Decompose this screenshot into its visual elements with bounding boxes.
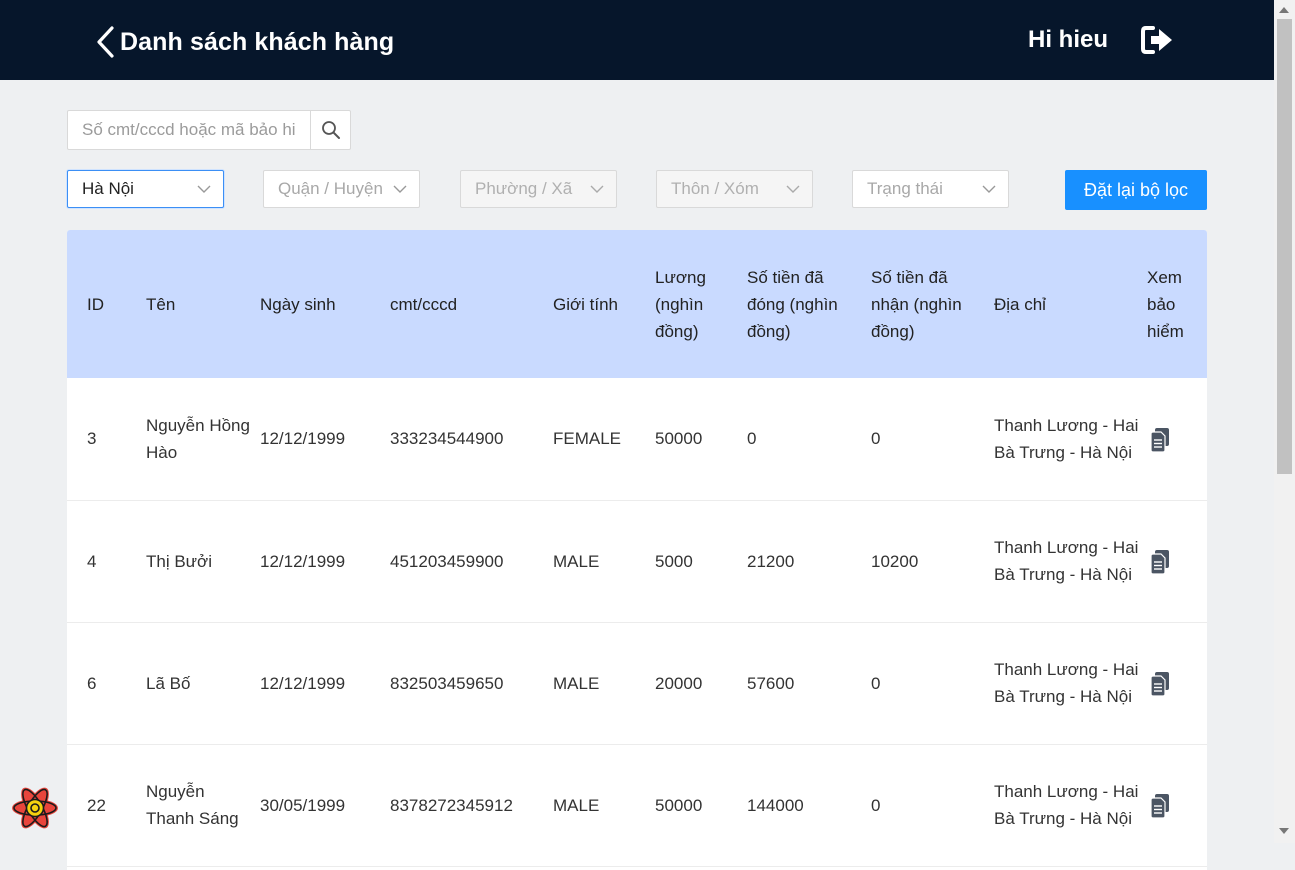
cell-address: Thanh Lương - Hai Bà Trưng - Hà Nội xyxy=(994,538,1139,584)
reset-filter-button[interactable]: Đặt lại bộ lọc xyxy=(1065,170,1207,210)
status-select-placeholder: Trạng thái xyxy=(867,179,943,198)
search-icon xyxy=(321,121,340,139)
cell-gender: MALE xyxy=(553,795,600,815)
cell-view xyxy=(1147,622,1207,744)
district-select[interactable]: Quận / Huyện xyxy=(263,170,420,208)
cell-idcard: 832503459650 xyxy=(390,673,504,693)
cell-address: Thanh Lương - Hai Bà Trưng - Hà Nội xyxy=(994,782,1139,828)
village-select[interactable]: Thôn / Xóm xyxy=(656,170,813,208)
cell-gender: FEMALE xyxy=(553,429,622,449)
ward-select-placeholder: Phường / Xã xyxy=(475,179,573,198)
cell-dob: 30/05/1999 xyxy=(260,795,346,815)
document-icon[interactable] xyxy=(1149,427,1171,453)
column-header-received: Số tiền đã nhận (nghìn đồng) xyxy=(871,267,962,341)
cell-received: 0 xyxy=(871,429,881,449)
cell-view xyxy=(1147,378,1207,500)
search-input[interactable] xyxy=(68,111,310,149)
cell-name: Nguyễn Thanh Sáng xyxy=(146,782,239,828)
column-header-dob: Ngày sinh xyxy=(260,294,336,314)
table-row: 22 Nguyễn Thanh Sáng 30/05/1999 83782723… xyxy=(67,744,1207,866)
column-header-address: Địa chỉ xyxy=(994,294,1046,314)
chevron-down-icon xyxy=(197,185,211,193)
app-header: Danh sách khách hàng Hi hieu xyxy=(0,0,1274,80)
page-scrollbar[interactable] xyxy=(1274,0,1295,843)
cell-name: Lã Bố xyxy=(146,673,191,693)
cell-paid: 57600 xyxy=(747,673,795,693)
table-row: 3 Nguyễn Hồng Hào 12/12/1999 33323454490… xyxy=(67,378,1207,500)
cell-id: 6 xyxy=(87,673,97,693)
customer-table-container: ID Tên Ngày sinh cmt/cccd Giới tính Lươn… xyxy=(67,230,1207,870)
page-title: Danh sách khách hàng xyxy=(120,27,395,56)
user-greeting: Hi hieu xyxy=(1028,26,1109,53)
react-devtools-icon[interactable] xyxy=(9,783,61,833)
cell-view xyxy=(1147,744,1207,866)
cell-dob: 12/12/1999 xyxy=(260,551,346,571)
cell-salary: 20000 xyxy=(655,673,703,693)
cell-idcard: 8378272345912 xyxy=(390,795,513,815)
province-select[interactable]: Hà Nội xyxy=(67,170,224,208)
cell-id: 22 xyxy=(87,795,106,815)
scrollbar-thumb[interactable] xyxy=(1277,19,1292,474)
cell-address: Thanh Lương - Hai Bà Trưng - Hà Nội xyxy=(994,660,1139,706)
cell-name: Nguyễn Hồng Hào xyxy=(146,415,250,462)
cell-view xyxy=(1147,500,1207,622)
column-header-id: ID xyxy=(87,294,104,314)
ward-select[interactable]: Phường / Xã xyxy=(460,170,617,208)
table-row: 4 Thị Bưởi 12/12/1999 451203459900 MALE … xyxy=(67,500,1207,622)
cell-paid: 21200 xyxy=(747,551,795,571)
status-select[interactable]: Trạng thái xyxy=(852,170,1009,208)
cell-address: Thanh Lương - Hai Bà Trưng - Hà Nội xyxy=(994,415,1139,462)
cell-received: 0 xyxy=(871,673,881,693)
village-select-placeholder: Thôn / Xóm xyxy=(671,179,759,198)
cell-salary: 50000 xyxy=(655,795,703,815)
cell-id: 3 xyxy=(87,429,97,449)
document-icon[interactable] xyxy=(1149,549,1171,575)
column-header-name: Tên xyxy=(146,294,176,314)
cell-dob: 12/12/1999 xyxy=(260,429,346,449)
search-button[interactable] xyxy=(310,111,350,149)
cell-paid: 0 xyxy=(747,429,757,449)
chevron-down-icon xyxy=(786,185,800,193)
cell-idcard: 333234544900 xyxy=(390,429,504,449)
table-row: 6 Lã Bố 12/12/1999 832503459650 MALE 200… xyxy=(67,622,1207,744)
column-header-idcard: cmt/cccd xyxy=(390,294,458,314)
cell-salary: 50000 xyxy=(655,429,703,449)
document-icon[interactable] xyxy=(1149,793,1171,819)
table-header-row: ID Tên Ngày sinh cmt/cccd Giới tính Lươn… xyxy=(67,230,1207,378)
district-select-placeholder: Quận / Huyện xyxy=(278,179,383,198)
sign-out-icon[interactable] xyxy=(1141,25,1175,55)
search-field xyxy=(67,110,351,150)
cell-received: 10200 xyxy=(871,551,919,571)
document-icon[interactable] xyxy=(1149,671,1171,697)
province-select-value: Hà Nội xyxy=(82,179,134,198)
cell-gender: MALE xyxy=(553,551,600,571)
column-header-gender: Giới tính xyxy=(553,294,619,314)
column-header-salary: Lương (nghìn đồng) xyxy=(655,267,706,341)
chevron-down-icon xyxy=(982,185,996,193)
cell-gender: MALE xyxy=(553,673,600,693)
cell-name: Thị Bưởi xyxy=(146,551,212,571)
customer-table: ID Tên Ngày sinh cmt/cccd Giới tính Lươn… xyxy=(67,230,1207,867)
column-header-view-insurance: Xem bảo hiểm xyxy=(1147,267,1184,341)
cell-salary: 5000 xyxy=(655,551,693,571)
scroll-down-arrow-icon[interactable] xyxy=(1279,828,1289,834)
back-button[interactable]: Danh sách khách hàng xyxy=(94,24,394,60)
scroll-up-arrow-icon[interactable] xyxy=(1279,7,1289,13)
column-header-paid: Số tiền đã đóng (nghìn đồng) xyxy=(747,267,838,341)
cell-paid: 144000 xyxy=(747,795,804,815)
cell-dob: 12/12/1999 xyxy=(260,673,346,693)
chevron-left-icon xyxy=(97,26,114,58)
cell-idcard: 451203459900 xyxy=(390,551,504,571)
cell-received: 0 xyxy=(871,795,881,815)
chevron-down-icon xyxy=(393,185,407,193)
chevron-down-icon xyxy=(590,185,604,193)
cell-id: 4 xyxy=(87,551,97,571)
